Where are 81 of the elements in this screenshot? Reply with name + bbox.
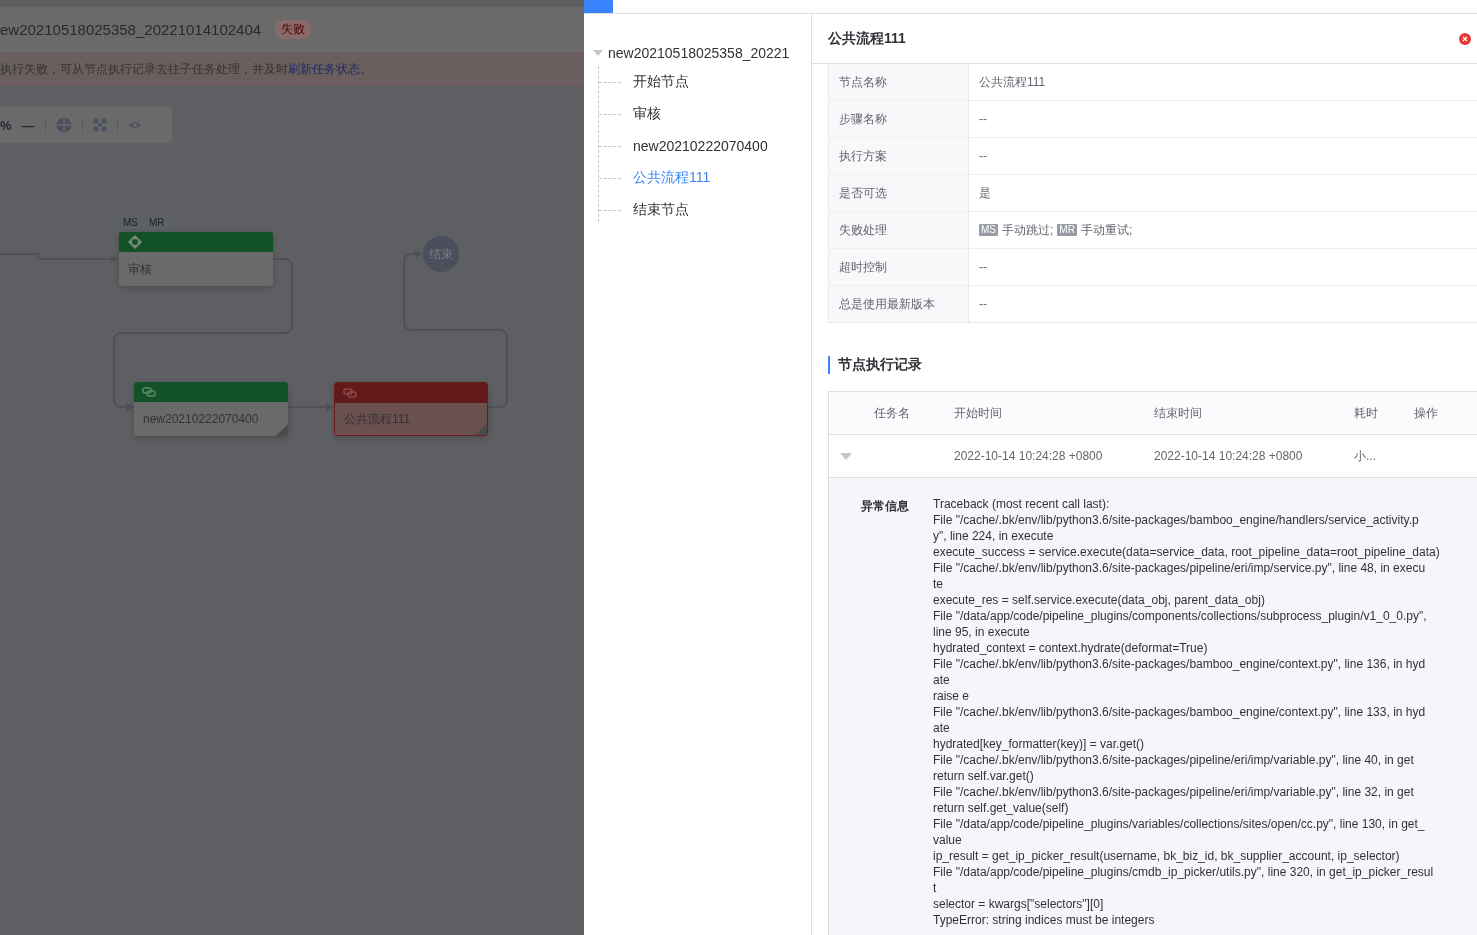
traceback-line: hydrated_context = context.hydrate(deformat=True)	[933, 640, 1208, 656]
tree-item[interactable]: new20210518025358_20221	[608, 45, 790, 61]
status-badge: 失败	[275, 19, 312, 39]
column-header: 开始时间	[954, 404, 1003, 422]
tree-item[interactable]: 结束节点	[599, 194, 811, 226]
traceback-line: File "/cache/.bk/env/lib/python3.6/site-packages/bamboo_engine/handlers/service_activity.p	[933, 512, 1419, 528]
traceback-line: line 95, in execute	[933, 624, 1030, 640]
field-value: --	[979, 297, 987, 311]
eye-icon[interactable]	[127, 120, 142, 130]
traceback-line: selector = kwargs["selectors"][0]	[933, 896, 1104, 912]
traceback-line: File "/data/app/code/pipeline_plugins/components/collections/subprocess_plugin/v1_0_0.py",	[933, 608, 1427, 624]
traceback-line: value	[933, 832, 962, 848]
traceback-line: File "/cache/.bk/env/lib/python3.6/site-packages/pipeline/eri/imp/service.py", line 48, in execu	[933, 560, 1426, 576]
traceback-line: ate	[933, 672, 950, 688]
traceback-line: Traceback (most recent call last):	[933, 496, 1110, 512]
close-icon[interactable]	[1459, 32, 1471, 45]
node-label: new20210222070400	[143, 412, 259, 426]
traceback-line: TypeError: string indices must be integers	[933, 912, 1155, 928]
traceback-line: ip_result = get_ip_picker_result(username, bk_biz_id, bk_supplier_account, ip_selector)	[933, 848, 1400, 864]
zoom-label: %	[0, 117, 12, 133]
traceback-line: y", line 224, in execute	[933, 528, 1054, 544]
traceback-line: File "/cache/.bk/env/lib/python3.6/site-packages/bamboo_engine/context.py", line 133, in hyd	[933, 704, 1426, 720]
field-label: 是否可选	[829, 175, 969, 211]
traceback-line: execute_success = service.execute(data=service_data, root_pipeline_data=root_pipeline_data)	[933, 544, 1440, 560]
column-header: 耗时	[1354, 404, 1379, 422]
field-label: 执行方案	[829, 138, 969, 174]
field-value: --	[979, 260, 987, 274]
corner-fold-icon	[276, 424, 288, 436]
caret-icon[interactable]	[593, 50, 603, 56]
field-value: 公共流程111	[979, 73, 1046, 91]
tree-item[interactable]: 审核	[599, 98, 811, 130]
field-value: --	[979, 149, 987, 163]
traceback-line: File "/cache/.bk/env/lib/python3.6/site-packages/bamboo_engine/context.py", line 136, in hyd	[933, 656, 1426, 672]
tab-indicator	[584, 0, 613, 13]
column-header: 结束时间	[1154, 404, 1203, 422]
traceback-line: File "/cache/.bk/env/lib/python3.6/site-packages/pipeline/eri/imp/variable.py", line 40, in get	[933, 752, 1414, 768]
traceback-line: execute_res = self.service.execute(data_obj, parent_data_obj)	[933, 592, 1265, 608]
traceback-line: hydrated[key_formatter(key)] = var.get()	[933, 736, 1145, 752]
table-cell-text: 2022-10-14 10:24:28 +0800	[954, 449, 1104, 463]
traceback-line: raise e	[933, 688, 970, 704]
traceback-line: ate	[933, 720, 950, 736]
traceback-line: return self.var.get()	[933, 768, 1034, 784]
tree-item[interactable]: 开始节点	[599, 66, 811, 98]
expand-caret-icon[interactable]	[840, 453, 852, 460]
traceback-line: return self.get_value(self)	[933, 800, 1069, 816]
node-tag: MS	[119, 217, 142, 229]
field-value: 手动重试;	[1080, 221, 1133, 239]
table-cell-text: 小...	[1354, 447, 1377, 465]
section-heading: 节点执行记录	[828, 356, 1477, 374]
field-label: 节点名称	[829, 64, 969, 100]
traceback-line: File "/data/app/code/pipeline_plugins/cmdb_ip_picker/utils.py", line 320, in get_ip_picker_resul	[933, 864, 1434, 880]
field-value: 是	[979, 184, 991, 202]
field-label: 总是使用最新版本	[829, 286, 969, 322]
traceback-line: te	[933, 576, 943, 592]
task-title: ew20210518025358_20221014102404	[0, 20, 262, 38]
traceback-line: t	[933, 880, 937, 896]
link-icon	[343, 386, 357, 400]
tree-item[interactable]: 公共流程111	[599, 162, 811, 194]
error-label: 异常信息	[861, 498, 909, 515]
field-label: 步骤名称	[829, 101, 969, 137]
field-label: 超时控制	[829, 249, 969, 285]
diamond-icon	[127, 234, 143, 250]
fit-view-icon[interactable]	[92, 118, 107, 132]
field-value: 手动跳过;	[1002, 221, 1054, 239]
locate-icon[interactable]	[55, 117, 72, 133]
strategy-tag: MS	[979, 224, 998, 236]
strategy-tag: MR	[1057, 224, 1077, 236]
corner-fold-icon	[475, 423, 487, 435]
tree-item[interactable]: new20210222070400	[599, 130, 811, 162]
panel-title: 公共流程111	[828, 29, 906, 48]
field-label: 失败处理	[829, 212, 969, 248]
traceback-line: File "/data/app/code/pipeline_plugins/variables/collections/sites/open/cc.py", line 130, in get_	[933, 816, 1425, 832]
field-value: --	[979, 112, 987, 126]
link-icon	[142, 385, 156, 399]
refresh-link[interactable]: 刷新任务状态	[288, 61, 360, 76]
table-cell-text: 2022-10-14 10:24:28 +0800	[1154, 449, 1304, 463]
traceback-line: File "/cache/.bk/env/lib/python3.6/site-packages/pipeline/eri/imp/variable.py", line 32, in get	[933, 784, 1414, 800]
node-tag: MR	[145, 217, 169, 229]
column-header: 任务名	[874, 404, 911, 422]
zoom-out-button[interactable]: —	[21, 117, 35, 133]
column-header: 操作	[1414, 404, 1439, 422]
